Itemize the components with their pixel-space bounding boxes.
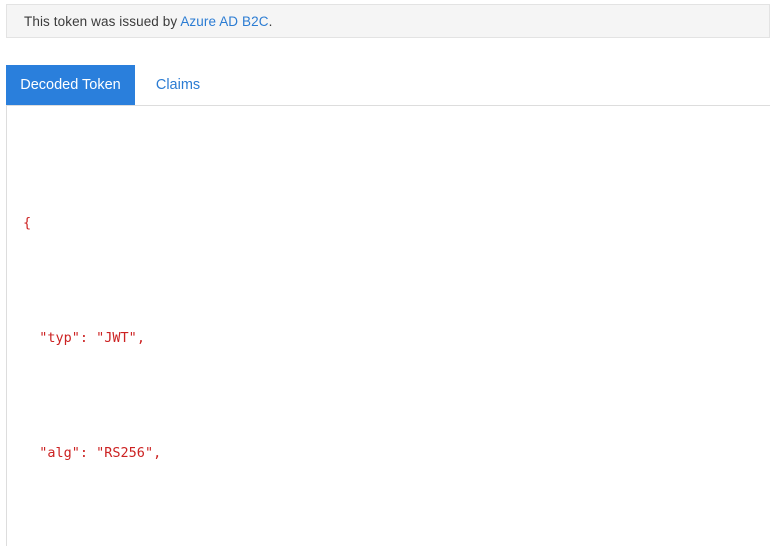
decoded-token-code: { "typ": "JWT", "alg": "RS256", "kid": "… — [23, 120, 718, 546]
value-typ: "JWT" — [96, 330, 137, 346]
tab-decoded-token-label: Decoded Token — [20, 77, 121, 93]
sep-alg: : — [79, 445, 97, 461]
sep-typ: : — [79, 330, 97, 346]
open-brace: { — [23, 215, 32, 231]
key-alg: "alg" — [39, 445, 80, 461]
tab-decoded-token[interactable]: Decoded Token — [6, 65, 135, 105]
issuer-banner: This token was issued by Azure AD B2C. — [6, 4, 770, 38]
key-typ: "typ" — [39, 330, 80, 346]
code-line-open-brace: { — [23, 212, 718, 235]
trail-typ: , — [136, 330, 145, 346]
azure-ad-b2c-link[interactable]: Azure AD B2C — [180, 14, 268, 29]
value-alg: "RS256" — [96, 445, 154, 461]
code-line-typ: "typ": "JWT", — [23, 327, 718, 350]
issuer-banner-prefix: This token was issued by — [24, 13, 181, 29]
issuer-banner-text: This token was issued by Azure AD B2C. — [24, 14, 272, 29]
tab-claims[interactable]: Claims — [135, 65, 221, 105]
decoded-token-panel: { "typ": "JWT", "alg": "RS256", "kid": "… — [6, 105, 770, 546]
trail-alg: , — [153, 445, 162, 461]
tab-bar: Decoded Token Claims — [6, 65, 770, 105]
issuer-banner-suffix: . — [268, 13, 273, 29]
tab-claims-label: Claims — [155, 77, 201, 93]
code-line-alg: "alg": "RS256", — [23, 442, 718, 465]
